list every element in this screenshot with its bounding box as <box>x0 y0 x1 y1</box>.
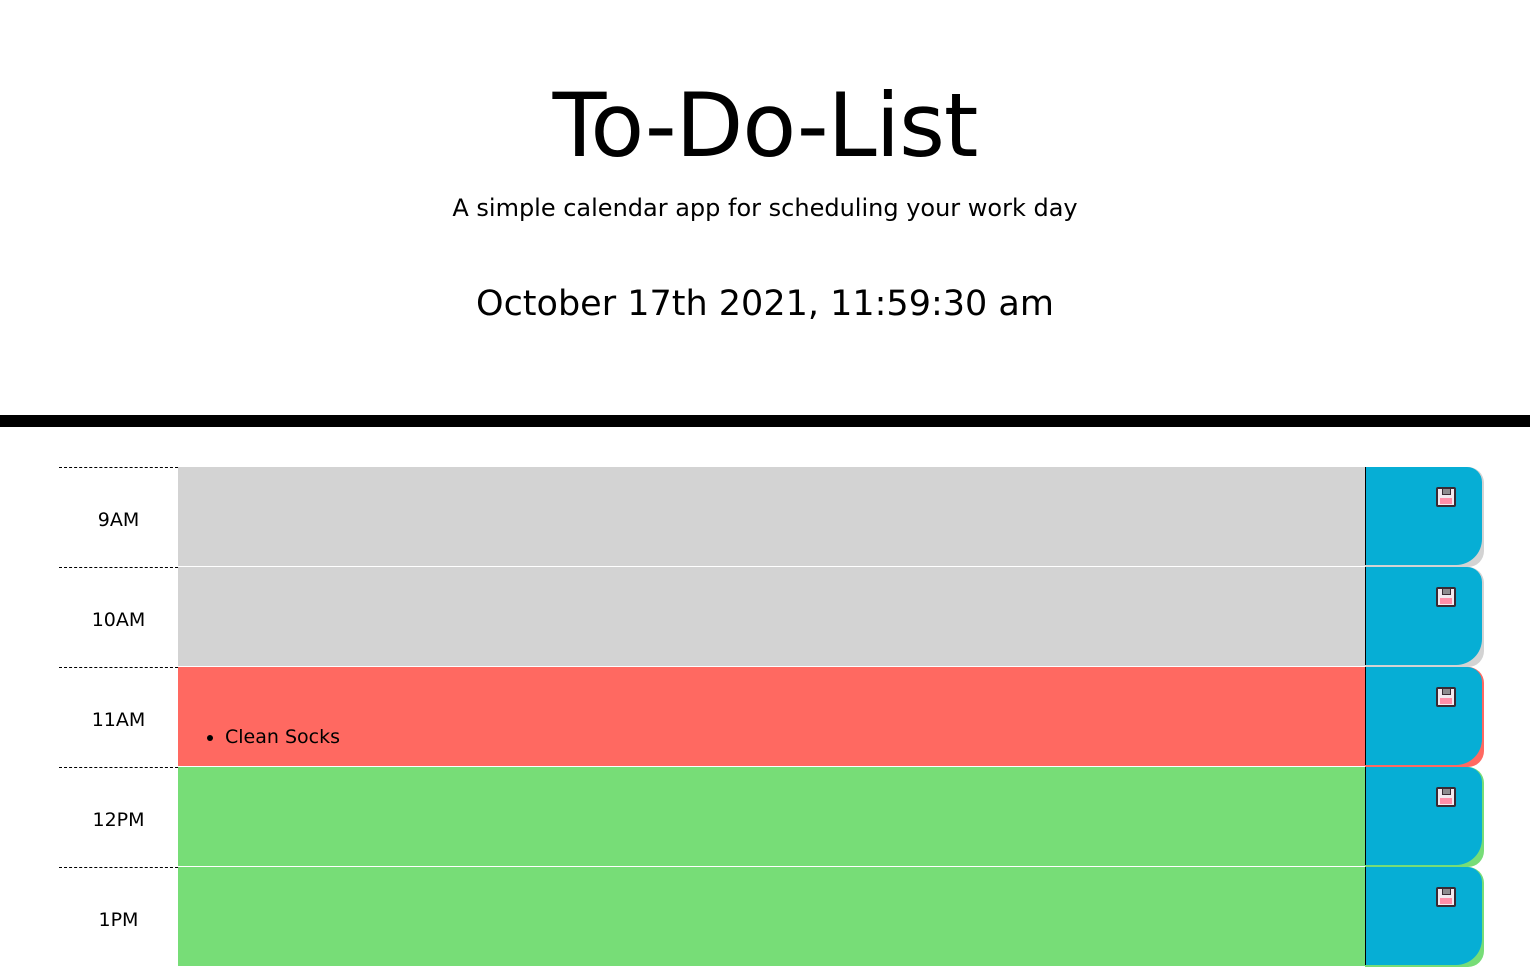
save-button[interactable] <box>1365 667 1482 765</box>
save-button-wrapper <box>1365 667 1484 767</box>
header: To-Do-List A simple calendar app for sch… <box>0 0 1530 415</box>
time-block-9am: 9AM <box>59 467 1484 567</box>
description-textarea[interactable] <box>178 867 1365 967</box>
save-button[interactable] <box>1365 567 1482 665</box>
save-button-wrapper <box>1365 867 1484 967</box>
save-button-wrapper <box>1365 467 1484 567</box>
description-textarea[interactable] <box>178 567 1365 667</box>
floppy-disk-icon <box>1436 587 1456 607</box>
time-block-12pm: 12PM <box>59 767 1484 867</box>
current-date-time: October 17th 2021, 11:59:30 am <box>476 284 1054 324</box>
hour-label: 1PM <box>59 867 178 967</box>
hour-label: 10AM <box>59 567 178 667</box>
floppy-disk-icon <box>1436 687 1456 707</box>
hour-label: 12PM <box>59 767 178 867</box>
timeblock-list: 9AM 10AM 11AM Clean Socks <box>59 467 1484 967</box>
floppy-disk-icon <box>1436 487 1456 507</box>
header-divider <box>0 415 1530 427</box>
description-textarea[interactable]: Clean Socks <box>178 667 1365 767</box>
time-block-1pm: 1PM <box>59 867 1484 967</box>
task-item: Clean Socks <box>225 724 340 750</box>
save-button[interactable] <box>1365 467 1482 565</box>
task-list: Clean Socks <box>225 724 340 750</box>
time-block-11am: 11AM Clean Socks <box>59 667 1484 767</box>
floppy-disk-icon <box>1436 887 1456 907</box>
page-subtitle: A simple calendar app for scheduling you… <box>452 194 1078 222</box>
save-button[interactable] <box>1365 767 1482 865</box>
hour-label: 11AM <box>59 667 178 767</box>
hour-label: 9AM <box>59 467 178 567</box>
save-button[interactable] <box>1365 867 1482 965</box>
description-textarea[interactable] <box>178 767 1365 867</box>
floppy-disk-icon <box>1436 787 1456 807</box>
description-textarea[interactable] <box>178 467 1365 567</box>
save-button-wrapper <box>1365 767 1484 867</box>
time-block-10am: 10AM <box>59 567 1484 667</box>
save-button-wrapper <box>1365 567 1484 667</box>
page-title: To-Do-List <box>552 74 979 177</box>
